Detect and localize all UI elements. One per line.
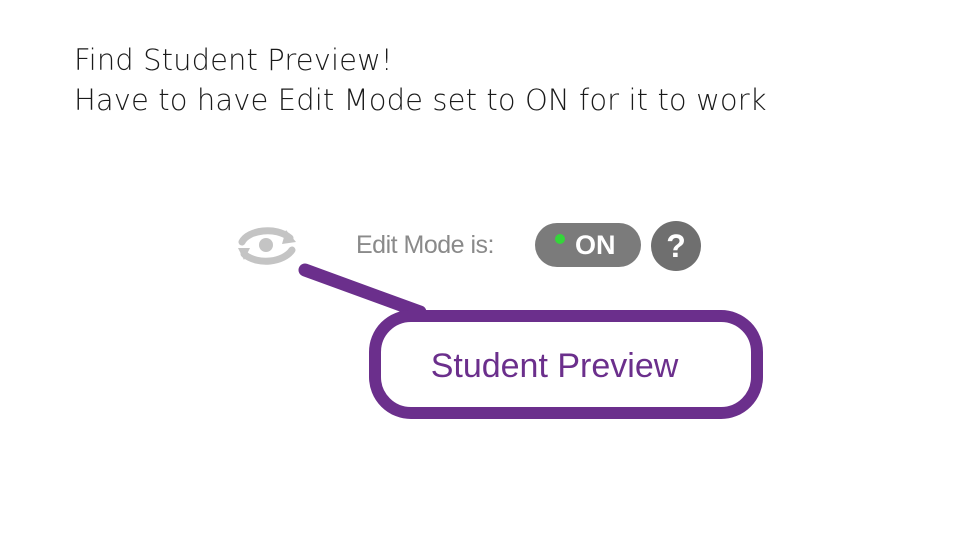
student-preview-label: Student Preview	[430, 347, 679, 385]
callout-pointer	[298, 263, 763, 419]
